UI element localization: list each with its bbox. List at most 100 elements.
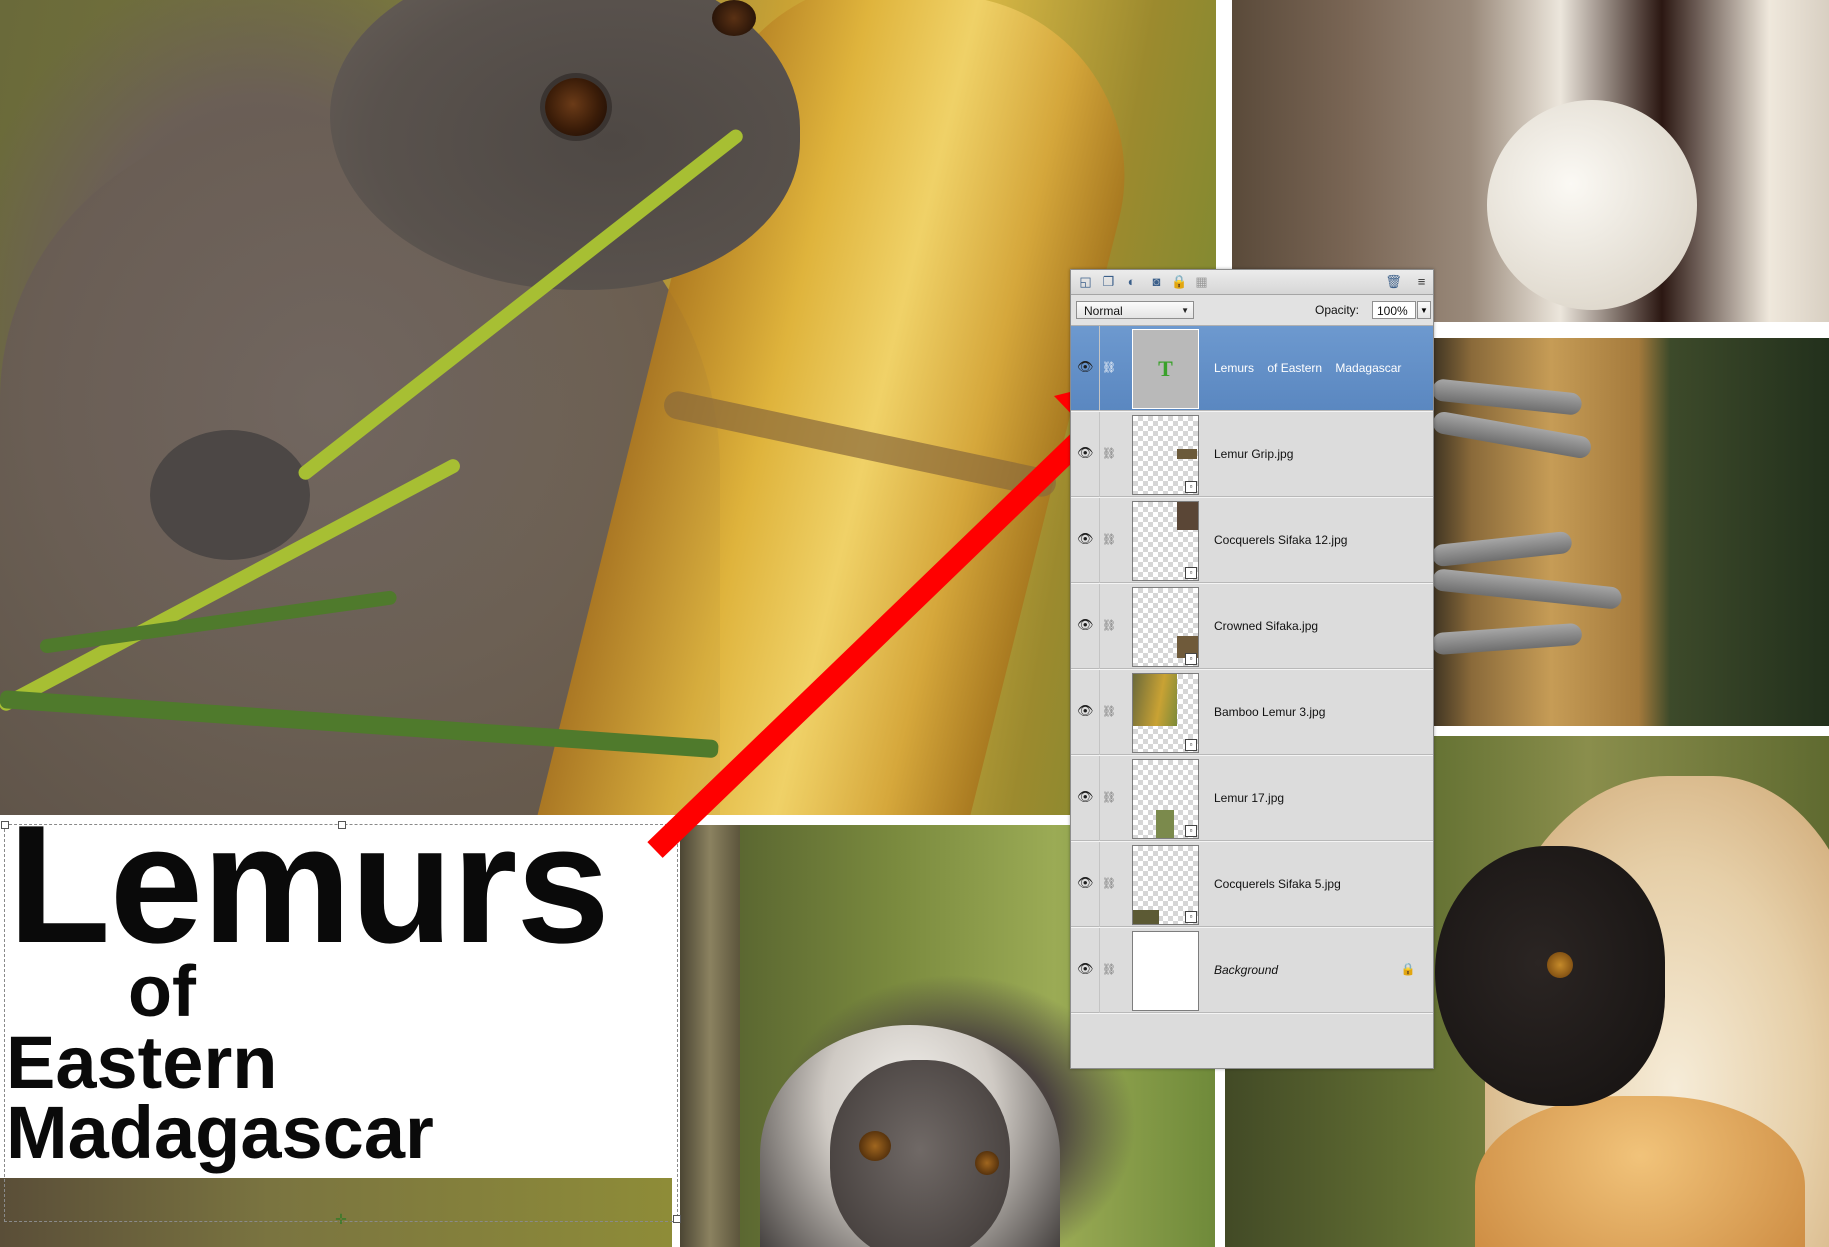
delete-layer-icon[interactable]: 🗑 bbox=[1385, 273, 1402, 290]
bamboo-lemur-photo bbox=[0, 0, 1216, 815]
eye-icon[interactable]: 👁 bbox=[1077, 532, 1094, 545]
opacity-label: Opacity: bbox=[1315, 303, 1360, 317]
thumbnail-image bbox=[1177, 449, 1197, 459]
layer-name: Lemur 17.jpg bbox=[1214, 791, 1285, 805]
layer-thumbnail: ▫ bbox=[1132, 673, 1199, 753]
type-layer-icon: T bbox=[1158, 356, 1173, 381]
reference-point-icon[interactable]: ✛ bbox=[334, 1212, 348, 1226]
layer-name: Cocquerels Sifaka 12.jpg bbox=[1214, 533, 1348, 547]
sifaka-head bbox=[1435, 846, 1665, 1106]
layer-list: 👁 ⛓ T Lemurs of Eastern Madagascar 👁 ⛓ ▫… bbox=[1071, 326, 1433, 1014]
layer-row[interactable]: 👁 ⛓ ▫ Cocquerels Sifaka 12.jpg bbox=[1071, 498, 1433, 584]
eye-icon[interactable]: 👁 bbox=[1077, 360, 1094, 373]
sifaka-body bbox=[1475, 1096, 1805, 1247]
smart-object-icon: ▫ bbox=[1185, 739, 1197, 751]
lock-all-icon[interactable]: 🔒 bbox=[1171, 273, 1188, 290]
layer-name: Cocquerels Sifaka 5.jpg bbox=[1214, 877, 1341, 891]
layer-row[interactable]: 👁 ⛓ T Lemurs of Eastern Madagascar bbox=[1071, 326, 1433, 412]
link-icon[interactable]: ⛓ bbox=[1102, 962, 1116, 978]
smart-object-icon: ▫ bbox=[1185, 567, 1197, 579]
smart-object-icon: ▫ bbox=[1185, 911, 1197, 923]
thumbnail-image bbox=[1133, 674, 1177, 726]
lemur-eye bbox=[975, 1151, 999, 1175]
visibility-cell[interactable]: 👁 bbox=[1071, 498, 1100, 583]
visibility-cell[interactable]: 👁 bbox=[1071, 670, 1100, 755]
new-layer-icon[interactable]: ◱ bbox=[1077, 273, 1094, 290]
thumbnail-image bbox=[1156, 810, 1174, 838]
layer-name: Background bbox=[1214, 963, 1279, 977]
new-group-icon[interactable]: ❐ bbox=[1100, 273, 1117, 290]
visibility-cell[interactable]: 👁 bbox=[1071, 756, 1100, 841]
layer-row[interactable]: 👁 ⛓ Background 🔒 bbox=[1071, 928, 1433, 1014]
thumbnail-image bbox=[1133, 910, 1159, 924]
lemur-hand bbox=[150, 430, 310, 560]
layer-thumbnail: ▫ bbox=[1132, 587, 1199, 667]
opacity-slider-toggle[interactable]: ▼ bbox=[1417, 301, 1431, 319]
layers-panel: ◱ ❐ ◐ ◙ 🔒 ▦ 🗑 ≡ Normal ▼ Opacity: 100% ▼… bbox=[1070, 269, 1434, 1069]
transform-handle[interactable] bbox=[338, 821, 346, 829]
layer-thumbnail: ▫ bbox=[1132, 501, 1199, 581]
lemur-finger bbox=[1432, 410, 1593, 460]
lemur-finger bbox=[1432, 568, 1623, 610]
background-lock-icon[interactable]: 🔒 bbox=[1400, 961, 1416, 977]
layer-row[interactable]: 👁 ⛓ ▫ Lemur Grip.jpg bbox=[1071, 412, 1433, 498]
visibility-cell[interactable]: 👁 bbox=[1071, 842, 1100, 927]
chevron-down-icon: ▼ bbox=[1181, 306, 1189, 315]
eye-icon[interactable]: 👁 bbox=[1077, 618, 1094, 631]
sifaka-eye bbox=[1547, 952, 1573, 978]
opacity-input[interactable]: 100% bbox=[1372, 301, 1416, 319]
layer-name: Lemurs of Eastern Madagascar bbox=[1214, 361, 1402, 375]
lemur-finger bbox=[1432, 530, 1573, 568]
eye-icon[interactable]: 👁 bbox=[1077, 446, 1094, 459]
visibility-cell[interactable]: 👁 bbox=[1071, 928, 1100, 1013]
sifaka-paw bbox=[1487, 100, 1697, 310]
transform-handle[interactable] bbox=[673, 821, 681, 829]
lemur-eye bbox=[859, 1131, 891, 1161]
eye-icon[interactable]: 👁 bbox=[1077, 790, 1094, 803]
layer-thumbnail: ▫ bbox=[1132, 845, 1199, 925]
link-icon[interactable]: ⛓ bbox=[1102, 876, 1116, 892]
layer-name: Lemur Grip.jpg bbox=[1214, 447, 1294, 461]
layer-name: Bamboo Lemur 3.jpg bbox=[1214, 705, 1326, 719]
thumbnail-image bbox=[1177, 502, 1198, 530]
visibility-cell[interactable]: 👁 bbox=[1071, 412, 1100, 497]
visibility-cell[interactable]: 👁 bbox=[1071, 584, 1100, 669]
lock-transparency-icon[interactable]: ▦ bbox=[1193, 273, 1210, 290]
link-icon[interactable]: ⛓ bbox=[1102, 790, 1116, 806]
link-icon[interactable]: ⛓ bbox=[1102, 446, 1116, 462]
lemur-eye bbox=[712, 0, 756, 36]
eye-icon[interactable]: 👁 bbox=[1077, 704, 1094, 717]
tree-trunk bbox=[680, 825, 740, 1247]
layer-thumbnail: ▫ bbox=[1132, 415, 1199, 495]
layer-thumbnail: T bbox=[1132, 329, 1199, 409]
layer-row[interactable]: 👁 ⛓ ▫ Bamboo Lemur 3.jpg bbox=[1071, 670, 1433, 756]
layer-row[interactable]: 👁 ⛓ ▫ Lemur 17.jpg bbox=[1071, 756, 1433, 842]
layers-panel-toolbar: ◱ ❐ ◐ ◙ 🔒 ▦ 🗑 ≡ bbox=[1071, 270, 1433, 295]
eye-icon[interactable]: 👁 bbox=[1077, 876, 1094, 889]
lemur-eye bbox=[545, 78, 607, 136]
lemur-finger bbox=[1432, 622, 1583, 656]
panel-menu-icon[interactable]: ≡ bbox=[1413, 273, 1430, 290]
layer-mask-icon[interactable]: ◙ bbox=[1148, 273, 1165, 290]
smart-object-icon: ▫ bbox=[1185, 481, 1197, 493]
blend-mode-dropdown[interactable]: Normal ▼ bbox=[1076, 301, 1194, 319]
link-icon[interactable]: ⛓ bbox=[1102, 360, 1116, 376]
transform-handle[interactable] bbox=[673, 1215, 681, 1223]
visibility-cell[interactable]: 👁 bbox=[1071, 326, 1100, 411]
layer-row[interactable]: 👁 ⛓ ▫ Crowned Sifaka.jpg bbox=[1071, 584, 1433, 670]
lemur-finger bbox=[1432, 378, 1583, 416]
smart-object-icon: ▫ bbox=[1185, 653, 1197, 665]
link-icon[interactable]: ⛓ bbox=[1102, 618, 1116, 634]
adjustment-layer-icon[interactable]: ◐ bbox=[1123, 273, 1140, 290]
layer-name: Crowned Sifaka.jpg bbox=[1214, 619, 1319, 633]
transform-handle[interactable] bbox=[1, 821, 9, 829]
text-bounding-box[interactable] bbox=[1, 821, 681, 1223]
layer-thumbnail bbox=[1132, 931, 1199, 1011]
lemur-grip-photo bbox=[1432, 338, 1829, 726]
blend-mode-value: Normal bbox=[1084, 304, 1123, 318]
smart-object-icon: ▫ bbox=[1185, 825, 1197, 837]
link-icon[interactable]: ⛓ bbox=[1102, 532, 1116, 548]
layer-row[interactable]: 👁 ⛓ ▫ Cocquerels Sifaka 5.jpg bbox=[1071, 842, 1433, 928]
eye-icon[interactable]: 👁 bbox=[1077, 962, 1094, 975]
link-icon[interactable]: ⛓ bbox=[1102, 704, 1116, 720]
